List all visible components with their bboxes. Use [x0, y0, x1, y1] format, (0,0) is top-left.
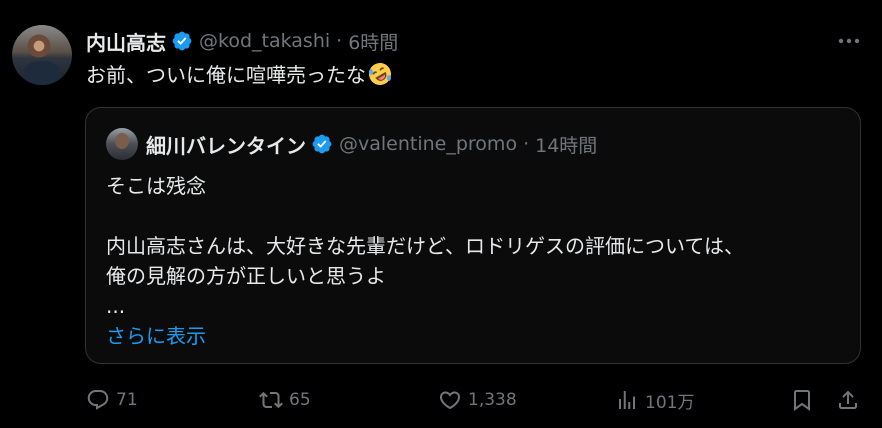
- views-button[interactable]: 101万: [615, 380, 694, 420]
- tweet-header: 内山高志 @kod_takashi · 6時間: [86, 26, 398, 56]
- separator: ·: [523, 133, 530, 155]
- timestamp[interactable]: 6時間: [348, 28, 398, 55]
- reply-count: 71: [116, 390, 138, 410]
- quoted-line: 俺の見解の方が正しいと思うよ: [106, 264, 386, 288]
- rolling-on-floor-laughing-emoji: [369, 62, 391, 85]
- reply-icon: [87, 390, 109, 410]
- quoted-timestamp: 14時間: [535, 134, 598, 157]
- reply-button[interactable]: 71: [86, 380, 138, 420]
- quoted-text: そこは残念 内山高志さんは、大好きな先輩だけど、ロドリゲスの評価については、 俺…: [106, 171, 744, 351]
- author-name[interactable]: 内山高志: [86, 27, 166, 56]
- more-icon[interactable]: [836, 30, 862, 52]
- retweet-button[interactable]: 65: [259, 380, 311, 420]
- quoted-tweet[interactable]: 細川バレンタイン @valentine_promo · 14時間 そこは残念 内…: [85, 107, 861, 364]
- quoted-line: ...: [106, 294, 126, 318]
- quoted-line: そこは残念: [106, 174, 206, 198]
- bookmark-icon: [794, 390, 810, 411]
- show-more-link[interactable]: さらに表示: [106, 321, 744, 351]
- like-icon: [439, 391, 461, 410]
- quoted-header: 細川バレンタイン @valentine_promo · 14時間: [146, 128, 597, 160]
- quoted-handle: @valentine_promo: [339, 133, 518, 155]
- share-icon: [839, 390, 857, 409]
- quoted-avatar[interactable]: [106, 128, 138, 160]
- like-button[interactable]: 1,338: [438, 380, 517, 420]
- quoted-author-name: 細川バレンタイン: [146, 133, 306, 158]
- views-count: 101万: [645, 392, 695, 413]
- separator: ·: [336, 30, 343, 52]
- action-bar: 71 65 1,338 101万: [86, 380, 862, 420]
- retweet-icon: [259, 391, 283, 409]
- bookmark-button[interactable]: [790, 380, 814, 420]
- like-count: 1,338: [468, 390, 517, 410]
- quoted-line: [106, 201, 744, 231]
- views-icon: [619, 391, 635, 409]
- tweet-text-content: お前、ついに俺に喧嘩売ったな: [86, 63, 366, 87]
- share-button[interactable]: [836, 380, 860, 420]
- quoted-line: 内山高志さんは、大好きな先輩だけど、ロドリゲスの評価については、: [106, 234, 744, 258]
- retweet-count: 65: [289, 390, 311, 410]
- avatar[interactable]: [12, 25, 72, 85]
- tweet-text: お前、ついに俺に喧嘩売ったな: [86, 60, 393, 90]
- verified-badge-icon: [172, 31, 192, 51]
- verified-badge-icon: [312, 134, 332, 154]
- author-handle[interactable]: @kod_takashi: [199, 30, 330, 52]
